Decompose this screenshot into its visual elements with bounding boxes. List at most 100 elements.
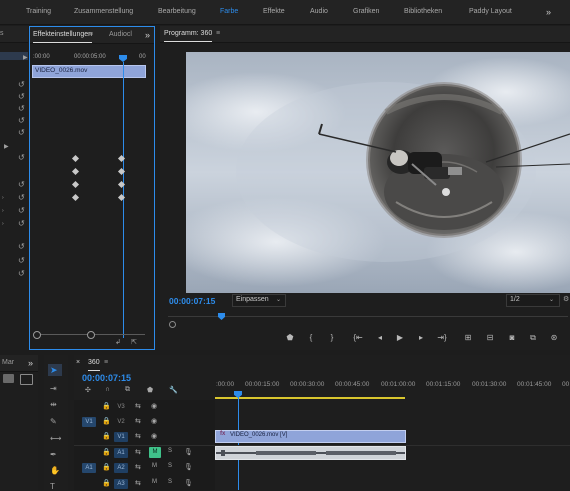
vr-view-icon[interactable]: ⊛ [548,333,560,342]
timeline-video-clip[interactable]: fx VIDEO_0026.mov [V] [215,430,406,443]
microphone-icon[interactable]: 🎙 [184,479,193,487]
sync-lock-icon[interactable]: ⇆ [135,417,141,425]
microphone-icon[interactable]: 🎙 [184,448,193,456]
reset-icon[interactable]: ↺ [18,243,25,251]
add-marker-icon[interactable]: ⬟ [284,333,296,342]
eye-icon[interactable]: ◉ [151,417,157,425]
track-label-a3[interactable]: A3 [114,479,128,489]
reset-icon[interactable]: ↺ [18,220,25,228]
workspace-tab-training[interactable]: Training [26,0,51,24]
workspace-tab-bearbeitung[interactable]: Bearbeitung [158,0,196,24]
lock-icon[interactable]: 🔒 [102,432,111,440]
keyframe[interactable] [71,154,80,163]
solo-button-a1[interactable]: S [168,448,172,454]
scrub-bar[interactable] [168,316,568,324]
ripple-edit-tool-icon[interactable]: ⇹ [50,401,57,409]
sync-lock-icon[interactable]: ⇆ [135,463,141,471]
collapse-triangle-icon[interactable]: ▶ [23,54,28,62]
tab-menu-icon[interactable]: ≡ [104,355,108,371]
ripple-icon[interactable]: ↲ [115,339,121,347]
reset-icon[interactable]: ↺ [18,257,25,265]
workspace-tab-paddy-layout[interactable]: Paddy Layout [469,0,512,24]
solo-button-a2[interactable]: S [168,463,172,469]
go-to-out-icon[interactable]: ⇥} [436,333,448,342]
keyframe[interactable] [71,193,80,202]
tab-audio-clip-mixer[interactable]: Audiocl [109,27,132,43]
reset-icon[interactable]: ↺ [18,105,25,113]
play-icon[interactable]: ▶ [394,333,406,342]
add-marker-icon[interactable]: ⬟ [147,386,153,394]
step-back-icon[interactable]: ◂ [374,333,386,342]
export-frame-icon[interactable]: ⇱ [131,339,137,347]
playhead-handle[interactable] [119,55,127,62]
reset-icon[interactable]: ↺ [18,117,25,125]
reset-icon[interactable]: ↺ [18,270,25,278]
solo-button-a3[interactable]: S [168,479,172,485]
keyframe[interactable] [71,167,80,176]
tab-menu-icon[interactable]: ≡ [89,27,93,43]
sync-lock-icon[interactable]: ⇆ [135,448,141,456]
expand-triangle-icon[interactable]: ▶ [4,143,9,151]
source-patch-a1[interactable]: A1 [82,463,96,473]
reset-icon[interactable]: ↺ [18,154,25,162]
sync-lock-icon[interactable]: ⇆ [135,402,141,410]
lock-icon[interactable]: 🔒 [102,417,111,425]
selection-tool-icon[interactable]: ➤ [50,366,58,375]
workspace-tab-farbe[interactable]: Farbe [220,0,238,24]
program-video-frame[interactable] [186,52,570,293]
nest-icon[interactable]: ✣ [85,386,91,394]
work-area-bar[interactable] [215,397,405,399]
track-label-a1[interactable]: A1 [114,448,128,458]
source-patch-v1[interactable]: V1 [82,417,96,427]
sync-lock-icon[interactable]: ⇆ [135,432,141,440]
mute-button-a2[interactable]: M [152,463,157,469]
settings-wrench-icon[interactable]: ⚙ [563,296,569,304]
keyframe[interactable] [71,180,80,189]
lock-icon[interactable]: 🔒 [102,479,111,487]
mute-button-a3[interactable]: M [152,479,157,485]
tab-project-markers[interactable]: Mar [2,355,14,371]
track-label-v1[interactable]: V1 [114,432,128,442]
microphone-icon[interactable]: 🎙 [184,463,193,471]
track-label-a2[interactable]: A2 [114,463,128,473]
comparison-view-icon[interactable]: ⧉ [527,333,539,343]
timeline-audio-clip[interactable] [215,446,406,460]
reset-icon[interactable]: ↺ [18,194,25,202]
scrub-start-handle[interactable] [169,321,176,328]
snap-icon[interactable]: ∩ [105,386,110,393]
reset-icon[interactable]: ↺ [18,129,25,137]
eye-icon[interactable]: ◉ [151,432,157,440]
resolution-dropdown[interactable]: 1/2 ⌄ [506,294,560,307]
tab-sequence-360[interactable]: 360 [88,355,100,371]
mark-in-icon[interactable]: { [305,333,317,342]
step-forward-icon[interactable]: ▸ [415,333,427,342]
mark-out-icon[interactable]: } [326,333,338,342]
timeline-settings-icon[interactable]: 🔧 [169,386,178,394]
mute-button-a1[interactable]: M [149,447,161,458]
calendar-icon[interactable] [3,374,14,383]
clip-bar[interactable]: VIDEO_0026.mov [32,65,146,78]
lock-icon[interactable]: 🔒 [102,448,111,456]
workspace-tab-effekte[interactable]: Effekte [263,0,285,24]
program-timecode[interactable]: 00:00:07:15 [169,296,215,306]
lift-icon[interactable]: ⊞ [462,333,474,342]
workspace-tab-grafiken[interactable]: Grafiken [353,0,379,24]
reset-icon[interactable]: ↺ [18,181,25,189]
hand-tool-icon[interactable]: ✋ [50,467,60,475]
razor-tool-icon[interactable]: ✎ [50,418,57,426]
export-frame-icon[interactable]: ◙ [506,333,518,342]
slip-tool-icon[interactable]: ⟷ [50,435,61,443]
track-label-v2[interactable]: V2 [114,417,128,427]
pen-tool-icon[interactable]: ✒ [50,451,57,459]
workspace-tab-audio[interactable]: Audio [310,0,328,24]
reset-icon[interactable]: ↺ [18,81,25,89]
linked-selection-icon[interactable]: ⧉ [125,386,130,394]
workspace-tab-bibliotheken[interactable]: Bibliotheken [404,0,442,24]
reset-icon[interactable]: ↺ [18,207,25,215]
eye-icon[interactable]: ◉ [151,402,157,410]
lock-icon[interactable]: 🔒 [102,402,111,410]
tab-partial-left[interactable]: s [0,26,4,42]
go-to-in-icon[interactable]: {⇤ [352,333,364,342]
zoom-handle-left[interactable] [33,331,41,339]
reset-icon[interactable]: ↺ [18,93,25,101]
